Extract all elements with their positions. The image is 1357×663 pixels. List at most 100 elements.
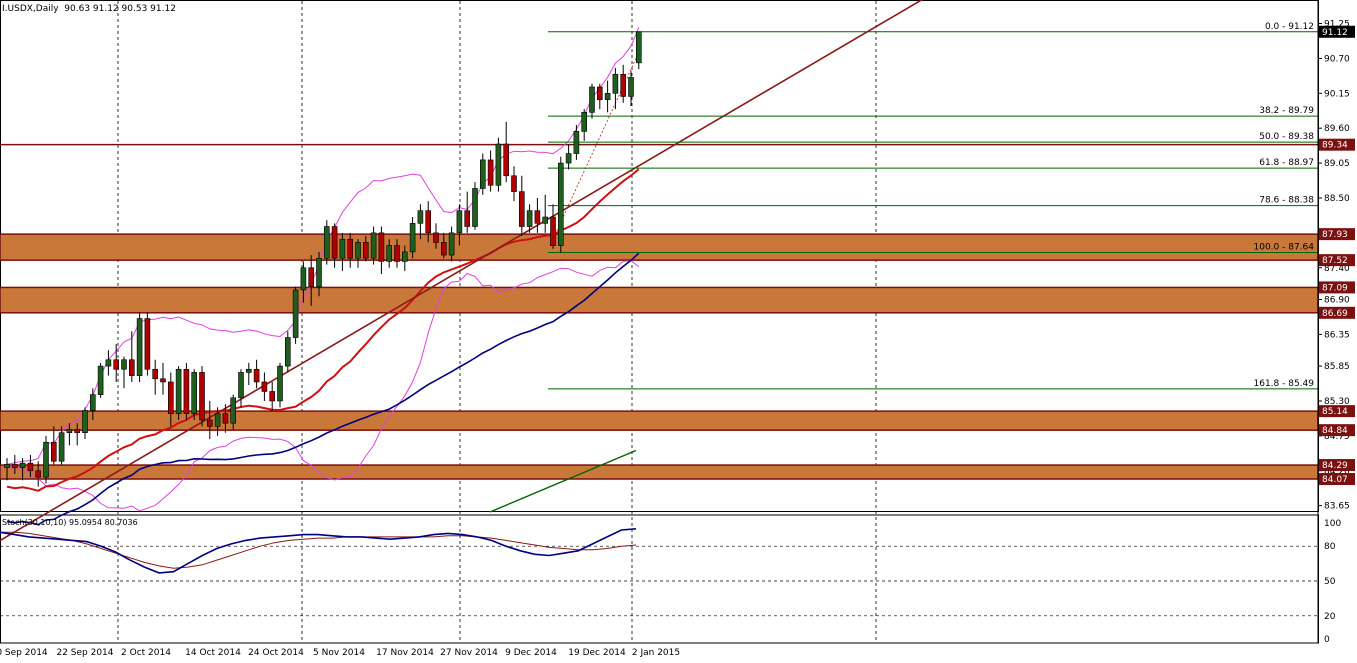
fib-level-label: 0.0 - 91.12 xyxy=(1265,22,1314,32)
candle-body xyxy=(573,131,580,154)
fibonacci-levels: 0.0 - 91.12 38.2 - 89.79 50.0 - 89.38 61.8 … xyxy=(548,22,1318,390)
candle-body xyxy=(628,77,634,97)
candle-body xyxy=(300,267,307,291)
candle-body xyxy=(183,368,190,414)
candle-body xyxy=(331,226,338,259)
candle-body xyxy=(448,232,455,256)
time-tick-label: 14 Oct 2014 xyxy=(185,648,241,658)
candle-body xyxy=(121,359,127,370)
candle-body xyxy=(464,210,471,227)
candle-body xyxy=(316,257,322,288)
candle-body xyxy=(277,365,283,402)
candle-body xyxy=(66,429,73,434)
support-resistance-zones xyxy=(0,143,1319,480)
candle-body xyxy=(214,413,221,427)
candle-body xyxy=(370,232,377,259)
trend-lines xyxy=(0,0,924,542)
candle-body xyxy=(433,232,439,243)
candle-body xyxy=(565,153,572,164)
stoch-tick-label: 80 xyxy=(1324,542,1336,552)
time-axis: 0 Sep 2014 22 Sep 2014 2 Oct 2014 14 Oct 20… xyxy=(0,648,680,658)
candle-body xyxy=(503,143,510,177)
candle-body xyxy=(581,112,588,132)
price-tick-label: 85.85 xyxy=(1324,362,1350,372)
price-tick-label: 89.05 xyxy=(1324,159,1350,169)
candle-body xyxy=(386,245,393,262)
time-tick-label: 22 Sep 2014 xyxy=(56,648,113,658)
price-marker-label: 86.69 xyxy=(1322,309,1348,319)
candle-body xyxy=(323,226,330,259)
candle-body xyxy=(495,143,502,186)
candle-body xyxy=(207,419,213,427)
candle-body xyxy=(339,238,346,259)
candle-body xyxy=(168,381,174,414)
candle-body xyxy=(308,267,315,288)
candle-body xyxy=(534,210,541,224)
candle-body xyxy=(542,216,549,224)
candle-body xyxy=(269,391,276,402)
chart-window: 0.0 - 91.12 38.2 - 89.79 50.0 - 89.38 61.8 … xyxy=(0,0,1357,663)
candle-body xyxy=(511,175,517,192)
price-tick-label: 90.70 xyxy=(1324,54,1350,64)
uptrend-line xyxy=(0,0,924,542)
candle-body xyxy=(440,242,447,256)
stoch-signal-line xyxy=(0,531,637,569)
candle-body xyxy=(238,372,244,399)
time-tick-label: 2 Jan 2015 xyxy=(632,648,680,658)
candle-body xyxy=(97,365,104,395)
sr-zone xyxy=(0,464,1319,480)
time-tick-label: 27 Nov 2014 xyxy=(440,648,498,658)
candle-body xyxy=(472,188,478,227)
candle-body xyxy=(90,394,96,411)
candle-body xyxy=(362,242,369,259)
candle-body xyxy=(261,381,268,392)
fib-level-label: 100.0 - 87.64 xyxy=(1254,243,1315,253)
price-marker-label: 91.12 xyxy=(1322,28,1348,38)
price-tick-label: 86.35 xyxy=(1324,330,1350,340)
candle-body xyxy=(253,368,260,383)
candle-body xyxy=(589,86,595,113)
candle-body xyxy=(456,210,463,234)
candle-body xyxy=(105,359,112,367)
price-tick-label: 89.60 xyxy=(1324,124,1350,134)
fib-level-label: 161.8 - 85.49 xyxy=(1254,379,1315,389)
stoch-legend: Stoch(30,10,10) 95.0954 80.7036 xyxy=(2,518,138,527)
candle-body xyxy=(479,159,486,189)
candle-body xyxy=(27,462,34,472)
symbol-label: I.USDX,Daily xyxy=(2,4,59,14)
candle-body xyxy=(284,337,291,367)
candle-body xyxy=(43,441,49,478)
candle-body xyxy=(191,372,197,414)
candle-body xyxy=(246,368,252,373)
candle-body xyxy=(487,159,494,186)
stoch-tick-label: 50 xyxy=(1324,577,1336,587)
price-tick-label: 83.65 xyxy=(1324,502,1350,512)
candle-body xyxy=(518,191,525,227)
time-tick-label: 9 Dec 2014 xyxy=(505,648,557,658)
candle-body xyxy=(347,238,354,259)
stoch-tick-label: 20 xyxy=(1324,612,1336,622)
candle-body xyxy=(635,31,642,64)
time-tick-label: 24 Oct 2014 xyxy=(248,648,304,658)
time-tick-label: 2 Oct 2014 xyxy=(121,648,171,658)
candle-body xyxy=(58,432,65,462)
price-marker-label: 89.34 xyxy=(1322,141,1348,151)
stochastic-panel: 100 80 50 20 0 xyxy=(0,519,1341,645)
candle-body xyxy=(82,410,88,434)
ohlc-label: 90.63 91.12 90.53 91.12 xyxy=(64,4,176,14)
candle-body xyxy=(604,92,611,100)
price-tick-label: 88.50 xyxy=(1324,194,1350,204)
fib-level-label: 78.6 - 88.38 xyxy=(1259,196,1314,206)
time-tick-label: 0 Sep 2014 xyxy=(0,648,48,658)
fib-level-label: 61.8 - 88.97 xyxy=(1259,158,1314,168)
candle-body xyxy=(401,251,408,262)
time-tick-label: 19 Dec 2014 xyxy=(568,648,626,658)
candle-body xyxy=(394,245,400,262)
candle-body xyxy=(222,413,229,424)
price-marker-label: 85.14 xyxy=(1322,407,1348,417)
candle-body xyxy=(50,441,57,462)
price-tick-label: 86.90 xyxy=(1324,295,1350,305)
time-tick-label: 17 Nov 2014 xyxy=(376,648,434,658)
candle-body xyxy=(199,372,205,421)
price-chart: 0.0 - 91.12 38.2 - 89.79 50.0 - 89.38 61.8 … xyxy=(0,0,1355,658)
